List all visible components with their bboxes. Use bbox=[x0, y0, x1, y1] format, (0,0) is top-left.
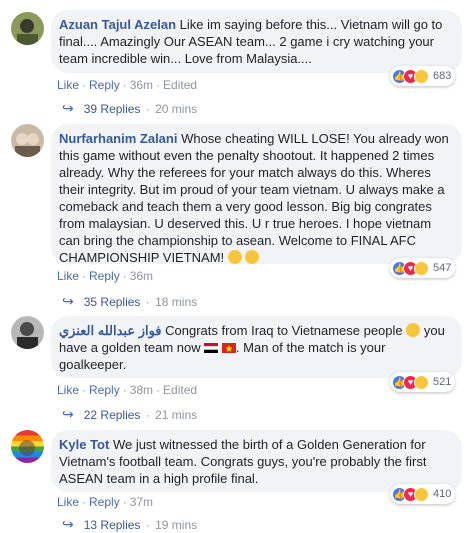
replies-count[interactable]: 35 Replies bbox=[84, 295, 141, 309]
comment-actions: Like · Reply · 37m bbox=[57, 495, 154, 509]
reaction-count: 521 bbox=[433, 376, 452, 388]
comment-bubble: Kyle Tot We just witnessed the birth of … bbox=[51, 430, 462, 492]
grinning-emoji-icon bbox=[406, 323, 421, 337]
reply-arrow-icon: ↪ bbox=[62, 100, 74, 116]
reaction-summary[interactable]: 👍 ♥ 521 bbox=[390, 372, 456, 392]
replies-count[interactable]: 39 Replies bbox=[84, 102, 141, 116]
reaction-count: 683 bbox=[433, 70, 452, 82]
avatar[interactable] bbox=[11, 316, 44, 349]
replies-count[interactable]: 13 Replies bbox=[84, 518, 141, 532]
reaction-summary[interactable]: 👍 ♥ 410 bbox=[390, 484, 456, 504]
haha-icon bbox=[414, 260, 429, 276]
view-replies[interactable]: ↪ 22 Replies · 21 mins bbox=[62, 406, 197, 423]
comment-bubble: فواز عبدالله العنزي Congrats from Iraq t… bbox=[51, 316, 462, 378]
timestamp[interactable]: 37m bbox=[130, 495, 153, 509]
edited-label[interactable]: Edited bbox=[163, 383, 197, 397]
reply-arrow-icon: ↪ bbox=[62, 293, 74, 309]
avatar[interactable] bbox=[11, 124, 44, 157]
comment-text: Congrats from Iraq to Vietnamese people bbox=[161, 323, 407, 338]
replies-time: 21 mins bbox=[155, 407, 198, 422]
reply-link[interactable]: Reply bbox=[89, 495, 120, 509]
reply-link[interactable]: Reply bbox=[89, 269, 120, 283]
comment-bubble: Nurfarhanim Zalani Whose cheating WILL L… bbox=[51, 124, 462, 265]
reaction-count: 410 bbox=[433, 488, 452, 500]
replies-time: 18 mins bbox=[155, 294, 198, 309]
timestamp[interactable]: 38m bbox=[130, 383, 153, 397]
reaction-summary[interactable]: 👍 ♥ 683 bbox=[390, 66, 456, 86]
reaction-count: 547 bbox=[433, 262, 452, 274]
smiling-emoji-icon bbox=[245, 250, 260, 264]
flexed-biceps-emoji-icon bbox=[227, 250, 242, 264]
view-replies[interactable]: ↪ 13 Replies · 19 mins bbox=[62, 516, 197, 533]
view-replies[interactable]: ↪ 39 Replies · 20 mins bbox=[62, 100, 197, 117]
reply-arrow-icon: ↪ bbox=[62, 406, 74, 422]
comment-author[interactable]: Azuan Tajul Azelan bbox=[59, 17, 176, 32]
like-link[interactable]: Like bbox=[57, 78, 79, 92]
replies-time: 20 mins bbox=[155, 101, 198, 116]
avatar[interactable] bbox=[11, 430, 44, 463]
sad-icon bbox=[414, 68, 429, 84]
haha-icon bbox=[414, 374, 429, 390]
timestamp[interactable]: 36m bbox=[130, 78, 153, 92]
avatar[interactable] bbox=[11, 12, 44, 45]
comment-bubble: Azuan Tajul Azelan Like im saying before… bbox=[51, 10, 462, 73]
comment-text: Whose cheating WILL LOSE! You already wo… bbox=[59, 131, 449, 265]
comment-author[interactable]: Nurfarhanim Zalani bbox=[59, 131, 177, 146]
reply-arrow-icon: ↪ bbox=[62, 516, 74, 532]
haha-icon bbox=[414, 486, 429, 502]
reply-link[interactable]: Reply bbox=[89, 78, 120, 92]
reaction-summary[interactable]: 👍 ♥ 547 bbox=[390, 258, 456, 278]
timestamp[interactable]: 36m bbox=[130, 269, 153, 283]
comment-actions: Like · Reply · 36m bbox=[57, 269, 154, 283]
comment-author[interactable]: Kyle Tot bbox=[59, 437, 109, 452]
like-link[interactable]: Like bbox=[57, 495, 79, 509]
comment-text: We just witnessed the birth of a Golden … bbox=[59, 437, 427, 486]
iraq-flag-icon bbox=[204, 343, 219, 353]
like-link[interactable]: Like bbox=[57, 269, 79, 283]
reply-link[interactable]: Reply bbox=[89, 383, 120, 397]
comment-author[interactable]: فواز عبدالله العنزي bbox=[59, 323, 162, 338]
like-link[interactable]: Like bbox=[57, 383, 79, 397]
replies-time: 19 mins bbox=[155, 517, 198, 532]
vietnam-flag-icon bbox=[221, 343, 236, 353]
comment-actions: Like · Reply · 38m · Edited bbox=[57, 383, 198, 397]
edited-label[interactable]: Edited bbox=[163, 78, 197, 92]
view-replies[interactable]: ↪ 35 Replies · 18 mins bbox=[62, 293, 197, 310]
replies-count[interactable]: 22 Replies bbox=[84, 408, 141, 422]
comment-actions: Like · Reply · 36m · Edited bbox=[57, 78, 198, 92]
